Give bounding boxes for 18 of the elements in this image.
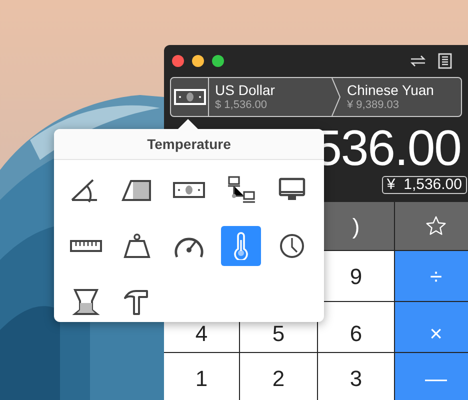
digit-key[interactable]: 3 (318, 353, 394, 400)
source-currency-amount: $ 1,536.00 (215, 100, 268, 111)
source-currency-name: US Dollar (215, 83, 276, 97)
digit-key[interactable]: 6 (318, 302, 394, 352)
target-currency-amount: ¥ 9,389.03 (347, 100, 400, 111)
swap-icon[interactable] (410, 55, 426, 67)
digit-key[interactable]: 2 (240, 353, 317, 400)
favorite-key[interactable] (395, 202, 468, 250)
document-icon[interactable] (438, 53, 452, 69)
star-icon (425, 215, 447, 237)
unit-picker-button[interactable] (171, 78, 209, 116)
converted-amount: ¥ 1,536.00 (382, 176, 467, 194)
window-control[interactable] (212, 55, 224, 67)
digit-key[interactable]: 1 (164, 353, 239, 400)
window-control[interactable] (172, 55, 184, 67)
popover-title: Temperature (147, 134, 231, 154)
target-currency-name: Chinese Yuan (347, 83, 434, 97)
window-control[interactable] (192, 55, 204, 67)
